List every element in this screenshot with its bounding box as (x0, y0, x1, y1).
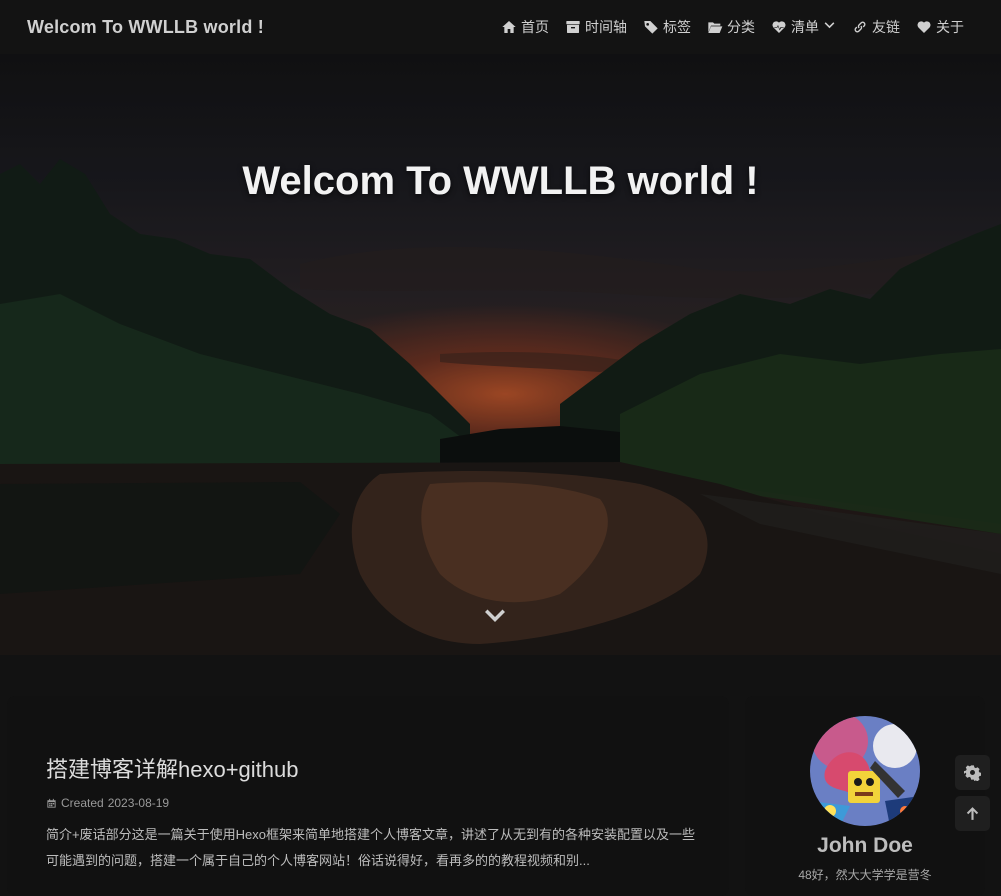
top-navbar: Welcom To WWLLB world ! 首页 时间轴 标签 分类 清单 … (0, 0, 1001, 54)
hero-banner: Welcom To WWLLB world ! (0, 54, 1001, 655)
chevron-down-icon (823, 19, 836, 35)
post-meta: Created 2023-08-19 (46, 796, 690, 810)
archive-icon (566, 21, 580, 33)
nav-item-label: 关于 (936, 19, 964, 35)
avatar-image (810, 716, 920, 826)
rightside-buttons (955, 755, 990, 831)
nav-item-label: 清单 (791, 19, 819, 35)
settings-button[interactable] (955, 755, 990, 790)
author-name: John Doe (817, 834, 913, 857)
author-info-card: John Doe 48好，然大大学学是营冬 (745, 696, 985, 896)
nav-item-label: 首页 (521, 19, 549, 35)
nav-item-archives[interactable]: 时间轴 (565, 17, 627, 37)
hero-site-title: Welcom To WWLLB world ! (242, 159, 759, 203)
scroll-down-button[interactable] (482, 604, 508, 628)
tags-icon (644, 21, 658, 34)
heartbeat-icon (772, 21, 786, 33)
author-description: 48好，然大大学学是营冬 (798, 868, 932, 882)
nav-menus: 首页 时间轴 标签 分类 清单 友链 关于 (501, 17, 964, 37)
arrow-up-icon (966, 807, 979, 820)
link-icon (854, 21, 866, 33)
nav-item-home[interactable]: 首页 (501, 17, 549, 37)
post-excerpt: 简介+废话部分这是一篇关于使用Hexo框架来简单地搭建个人博客文章，讲述了从无到… (46, 827, 695, 868)
recent-post-card: 搭建博客详解hexo+github Created 2023-08-19 简介+… (7, 696, 729, 896)
calendar-icon (47, 798, 56, 808)
nav-item-categories[interactable]: 分类 (707, 17, 755, 37)
chevron-down-icon (485, 609, 505, 622)
nav-item-list[interactable]: 清单 (771, 17, 836, 37)
nav-item-label: 标签 (663, 19, 691, 35)
post-meta-label: Created (61, 796, 104, 810)
nav-item-label: 分类 (727, 19, 755, 35)
post-date: 2023-08-19 (107, 796, 170, 810)
avatar[interactable] (810, 716, 920, 826)
folder-open-icon (708, 22, 723, 33)
nav-item-label: 时间轴 (585, 19, 627, 35)
nav-item-links[interactable]: 友链 (852, 17, 900, 37)
nav-item-label: 友链 (872, 19, 900, 35)
nav-item-tags[interactable]: 标签 (643, 17, 691, 37)
hero-background-image (0, 54, 1001, 655)
post-title-link[interactable]: 搭建博客详解hexo+github (46, 752, 690, 784)
heart-icon (917, 21, 931, 33)
nav-item-about[interactable]: 关于 (916, 17, 964, 37)
site-name-link[interactable]: Welcom To WWLLB world ! (27, 17, 264, 38)
gear-icon (964, 765, 981, 781)
back-to-top-button[interactable] (955, 796, 990, 831)
home-icon (502, 21, 516, 33)
